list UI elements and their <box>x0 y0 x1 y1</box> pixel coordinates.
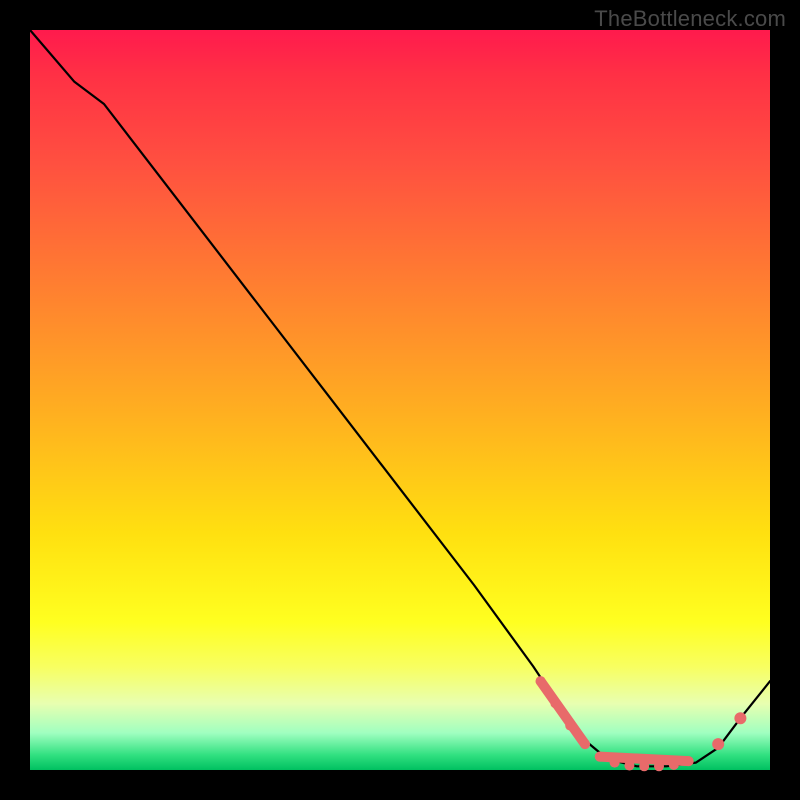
marker-dot <box>610 758 620 768</box>
watermark-text: TheBottleneck.com <box>594 6 786 32</box>
descent-marker-segment <box>541 681 585 744</box>
marker-dot <box>550 698 560 708</box>
bottleneck-curve-svg <box>30 30 770 770</box>
marker-dot <box>595 752 605 762</box>
marker-dot <box>639 761 649 771</box>
marker-dot <box>624 761 634 771</box>
marker-dot <box>669 760 679 770</box>
marker-dot <box>536 676 546 686</box>
marker-dot <box>654 761 664 771</box>
marker-dot <box>734 712 746 724</box>
chart-frame: TheBottleneck.com <box>0 0 800 800</box>
plot-area <box>30 30 770 770</box>
marker-dot <box>565 721 575 731</box>
marker-dot <box>712 738 724 750</box>
marker-layer <box>536 676 747 771</box>
marker-dot <box>684 756 694 766</box>
bottleneck-curve-path <box>30 30 770 766</box>
marker-dot <box>580 739 590 749</box>
